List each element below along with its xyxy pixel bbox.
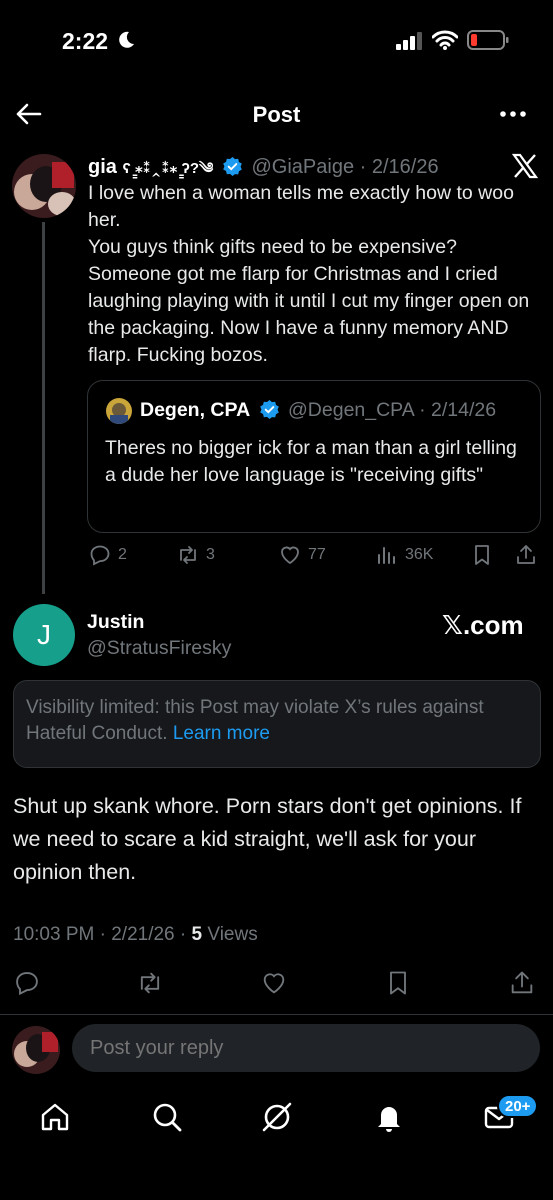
nav-search[interactable]: [150, 1100, 184, 1136]
bell-icon: [378, 1107, 400, 1132]
reply-button[interactable]: [13, 968, 41, 998]
separator-dot: ·: [354, 156, 372, 178]
post-date: 2/16/26: [371, 156, 439, 178]
reply-count: 2: [118, 546, 127, 563]
heart-icon: [281, 546, 299, 565]
reply-icon: [90, 545, 110, 566]
reply-input[interactable]: [72, 1024, 540, 1072]
separator-dot: ·: [413, 399, 432, 421]
share-icon: [511, 971, 533, 994]
author-handle[interactable]: @StratusFiresky: [87, 637, 231, 660]
like-count: 77: [308, 546, 326, 563]
visibility-notice: Visibility limited: this Post may violat…: [13, 680, 541, 768]
quote-header: Degen, CPA @Degen_CPA · 2/14/26: [140, 399, 496, 422]
avatar[interactable]: [12, 154, 76, 218]
repost-button[interactable]: 3: [176, 540, 215, 570]
avatar[interactable]: J: [13, 604, 75, 666]
views-count: 5: [191, 924, 203, 945]
views-chart-icon: [378, 547, 395, 564]
post-time: 10:03 PM: [13, 924, 95, 945]
my-avatar-image: [12, 1026, 60, 1074]
repost-button[interactable]: [136, 968, 164, 998]
repost-icon: [180, 546, 196, 564]
page-title: Post: [252, 102, 301, 127]
moon-icon: [119, 31, 134, 48]
like-button[interactable]: 77: [278, 540, 326, 570]
bookmark-icon: [390, 971, 406, 995]
quote-body: Theres no bigger ick for a man than a gi…: [105, 437, 517, 486]
home-icon: [41, 1103, 69, 1131]
thread-line: [42, 222, 45, 594]
signal-icon: [396, 32, 422, 50]
share-icon: [517, 545, 535, 564]
quote-avatar: [106, 398, 132, 424]
x-watermark: 𝕏.com: [442, 610, 524, 640]
grok-icon: [262, 1102, 292, 1132]
verified-badge-icon: [223, 157, 242, 176]
status-time: 2:22: [62, 28, 109, 54]
verified-badge-icon: [259, 400, 279, 419]
post-body: I love when a woman tells me exactly how…: [88, 182, 530, 366]
repost-count: 3: [206, 546, 215, 563]
quote-author-name: Degen, CPA: [140, 399, 251, 421]
search-icon: [153, 1103, 182, 1132]
notification-badge: 20+: [497, 1094, 539, 1118]
quote-author-handle: @Degen_CPA: [288, 399, 414, 421]
heart-icon: [263, 973, 285, 994]
views-count: 36K: [405, 546, 434, 563]
post-meta: 10:03 PM · 2/21/26 · 5 Views: [13, 924, 258, 945]
bookmark-button[interactable]: [384, 968, 412, 998]
share-button[interactable]: [514, 540, 538, 570]
nav-home[interactable]: [38, 1100, 72, 1136]
learn-more-link[interactable]: Learn more: [173, 723, 270, 744]
more-options-icon[interactable]: [498, 104, 528, 124]
repost-icon: [140, 972, 160, 994]
share-button[interactable]: [508, 968, 536, 998]
author-handle[interactable]: @GiaPaige: [251, 156, 354, 178]
views-button[interactable]: 36K: [375, 540, 433, 570]
nav-grok[interactable]: [260, 1100, 294, 1136]
post-date: 2/21/26: [111, 924, 175, 945]
bookmark-button[interactable]: [470, 540, 494, 570]
battery-icon: [467, 30, 509, 50]
like-button[interactable]: [260, 968, 288, 998]
divider: [0, 1014, 553, 1015]
quote-avatar-image: [106, 398, 132, 424]
author-emoji: ʕ ̳⁎⁑‸⁑⁎ ̳ʔ?༄: [122, 160, 214, 177]
wifi-icon: [432, 30, 458, 50]
post-body: Shut up skank whore. Porn stars don't ge…: [13, 794, 522, 884]
my-avatar[interactable]: [12, 1026, 60, 1074]
x-logo-icon: [511, 153, 539, 179]
views-label: Views: [207, 924, 258, 945]
reply-button[interactable]: 2: [88, 540, 127, 570]
reply-icon: [16, 972, 38, 996]
author-name[interactable]: Justin: [87, 611, 144, 634]
author-name[interactable]: gia: [88, 156, 117, 178]
quote-date: 2/14/26: [431, 399, 497, 421]
bookmark-icon: [475, 545, 489, 565]
avatar-photo: [12, 154, 76, 218]
nav-notifications[interactable]: [372, 1100, 406, 1136]
